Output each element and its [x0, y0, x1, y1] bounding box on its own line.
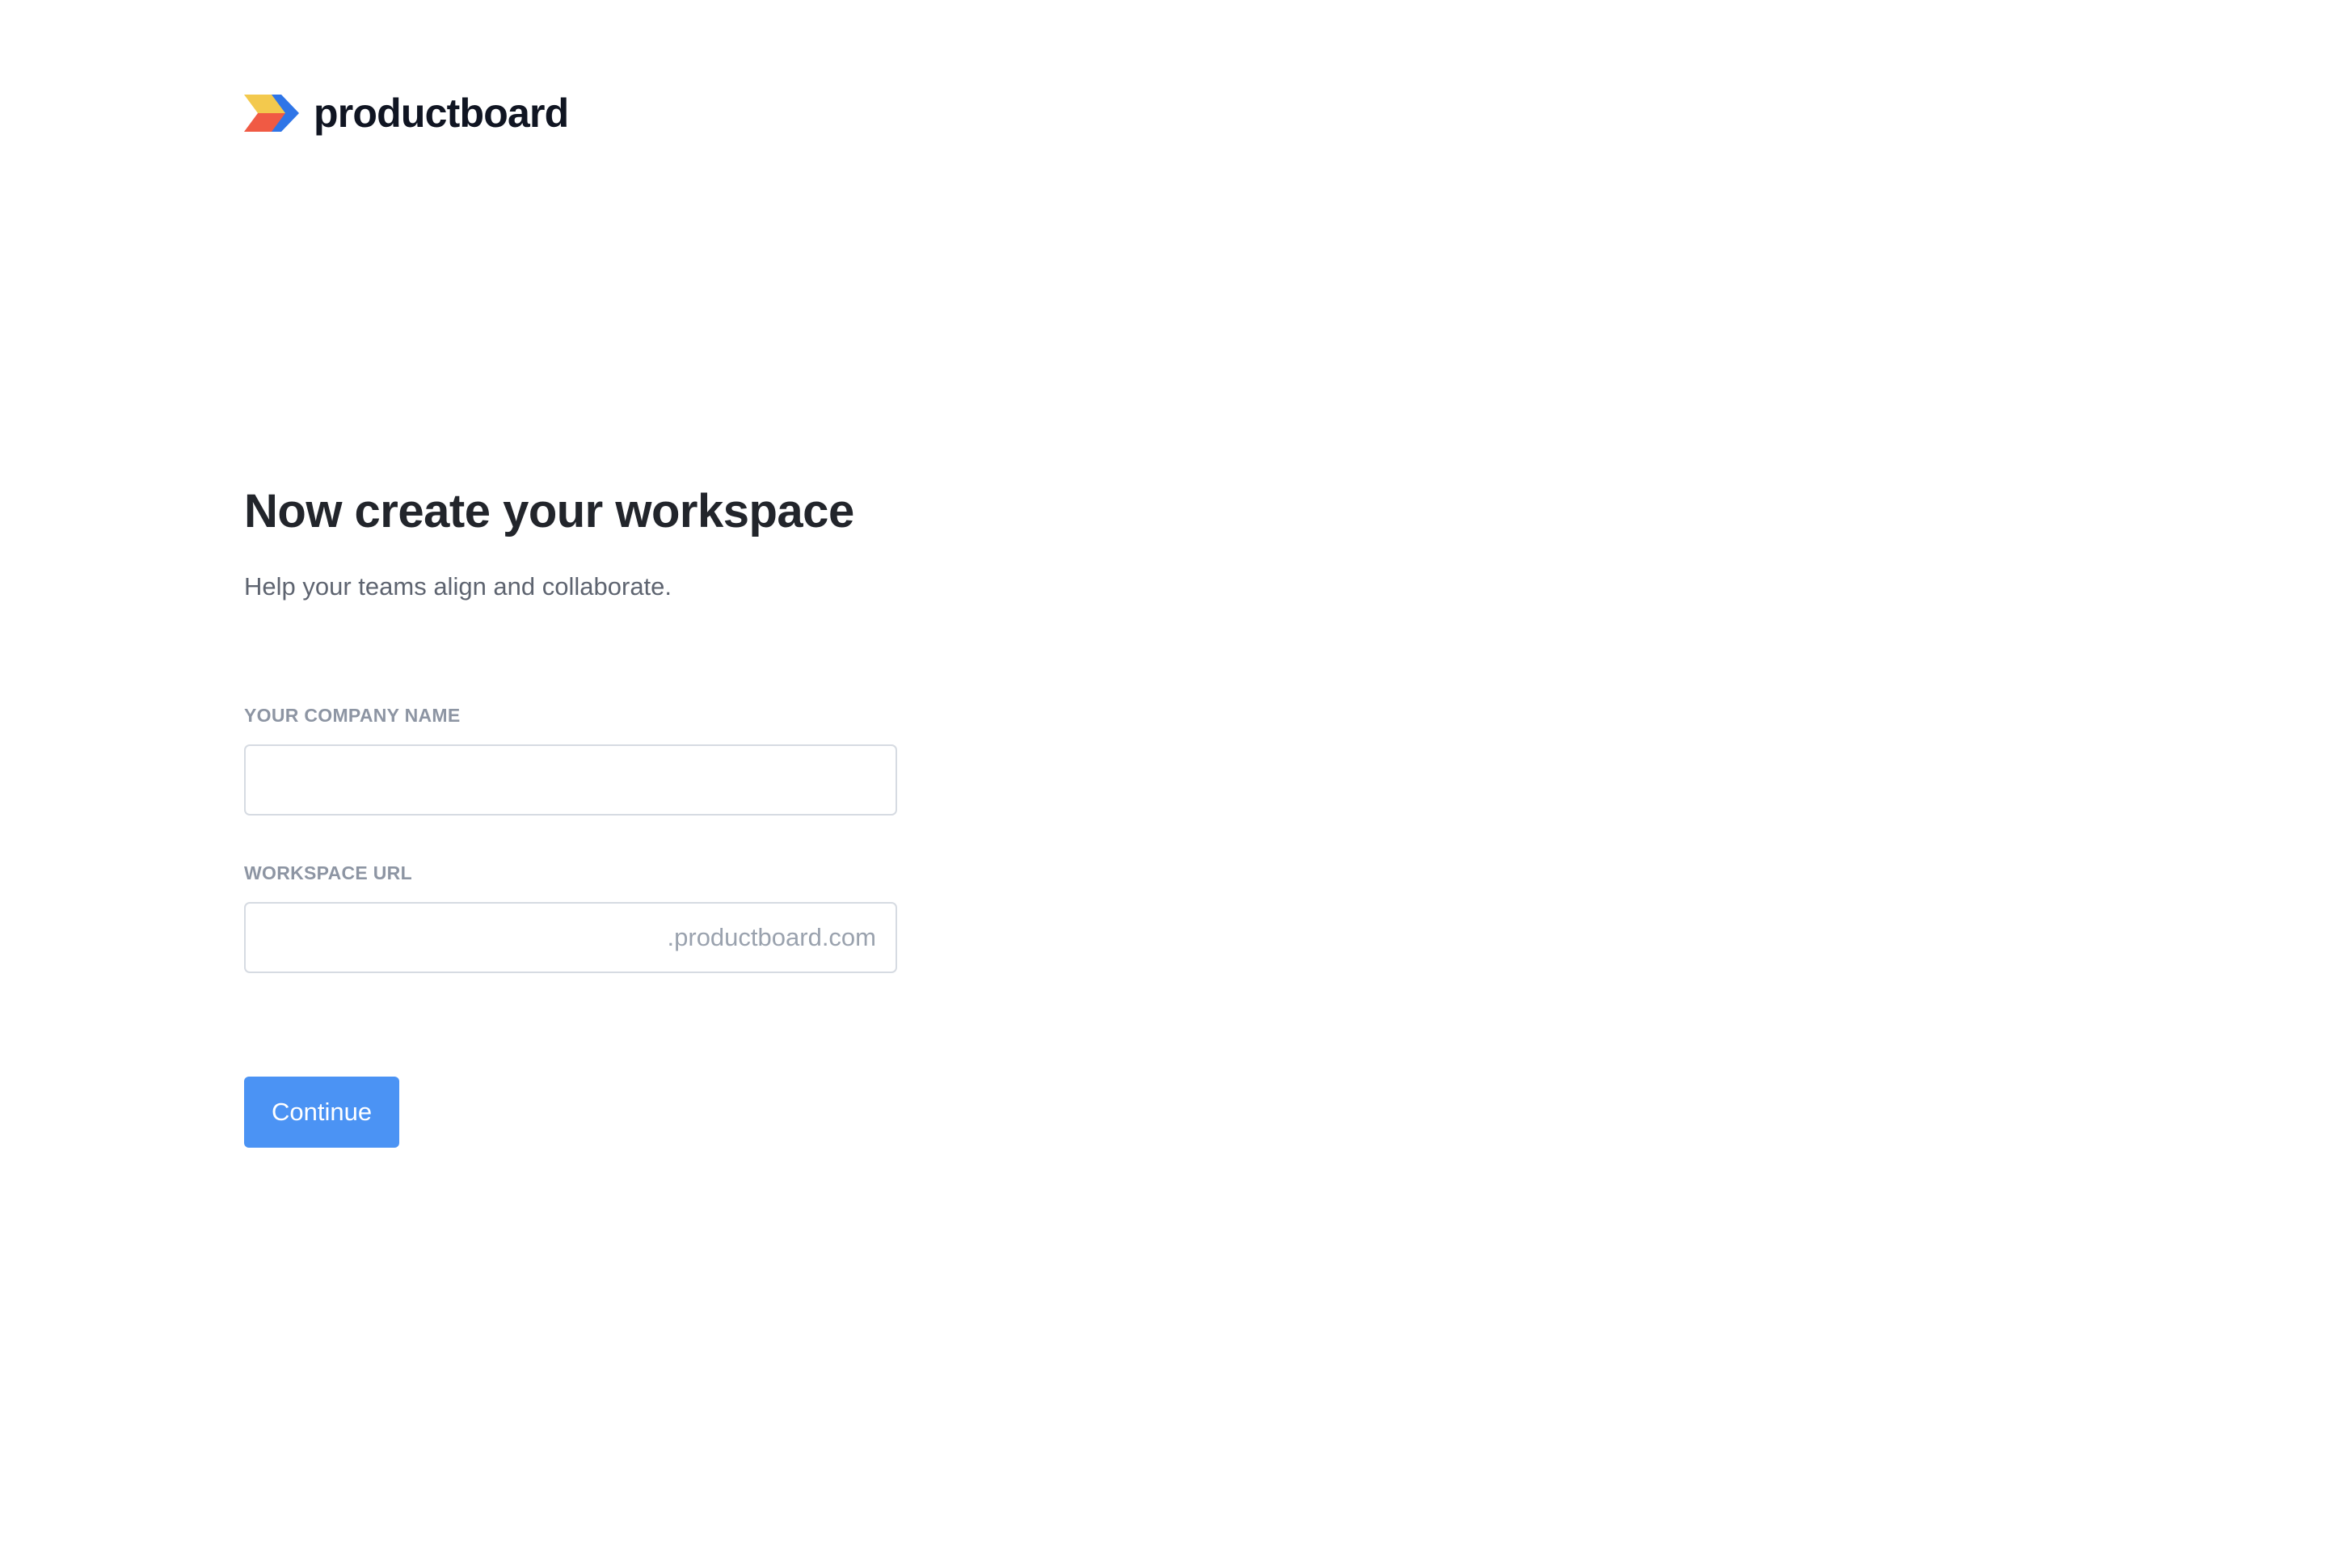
brand: productboard [244, 89, 569, 137]
page-subtitle: Help your teams align and collaborate. [244, 571, 672, 601]
workspace-setup-page: productboard Now create your workspace H… [0, 0, 2339, 1568]
page-title: Now create your workspace [244, 485, 854, 537]
brand-name: productboard [314, 91, 569, 136]
company-name-field-container [244, 744, 897, 816]
productboard-logo-icon [244, 95, 299, 132]
continue-button[interactable]: Continue [244, 1076, 400, 1148]
workspace-url-suffix: .productboard.com [667, 922, 876, 951]
company-name-label: YOUR COMPANY NAME [244, 704, 461, 726]
workspace-url-label: WORKSPACE URL [244, 862, 412, 883]
workspace-url-field-container: .productboard.com [244, 901, 897, 973]
field-spacer [244, 816, 897, 864]
workspace-form: YOUR COMPANY NAME WORKSPACE URL .product… [244, 706, 897, 1148]
workspace-setup-content: Now create your workspace Help your team… [244, 485, 1052, 1148]
company-name-input[interactable] [246, 745, 896, 814]
